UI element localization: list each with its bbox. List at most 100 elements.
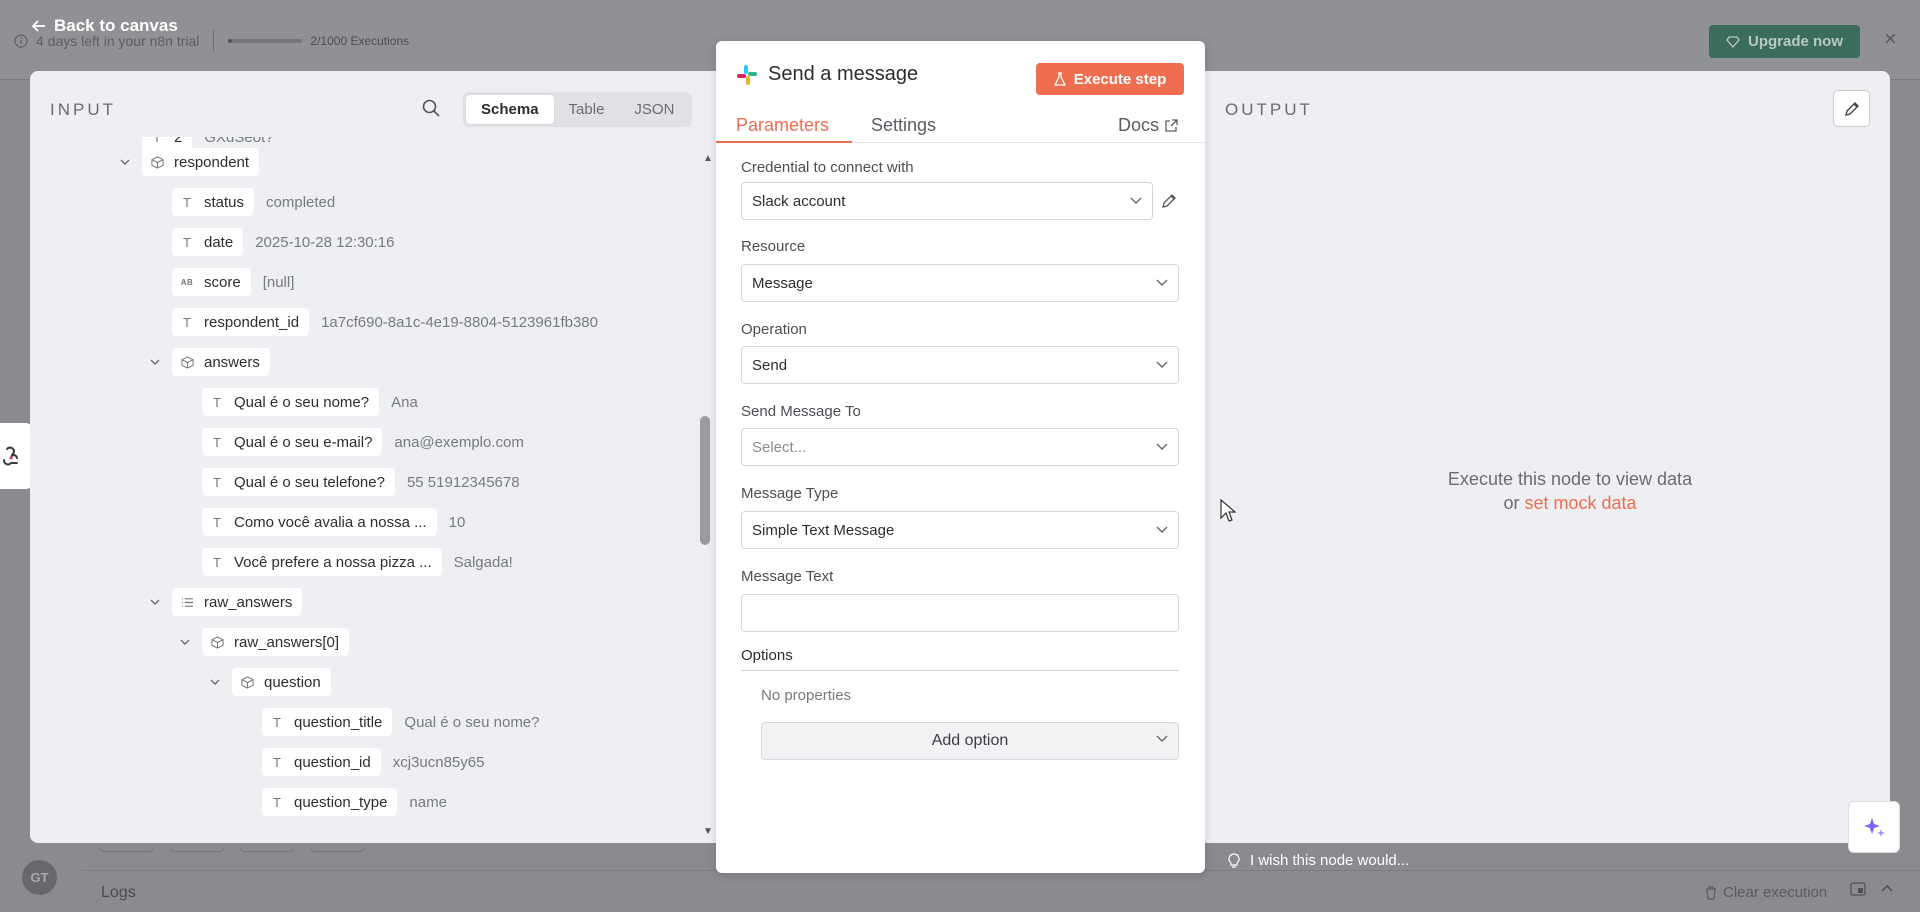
arrow-left-icon [32, 19, 46, 33]
info-icon [14, 34, 28, 48]
schema-key[interactable]: Trespondent_id [172, 308, 310, 336]
schema-key[interactable]: raw_answers[0] [202, 628, 350, 656]
credential-label: Credential to connect with [741, 159, 914, 176]
tree-row: T Como você avalia a nossa ... 10 [202, 508, 465, 536]
send-to-select[interactable]: Select... [741, 428, 1179, 466]
schema-key-label: respondent [174, 153, 250, 171]
node-title[interactable]: Send a message [768, 63, 918, 86]
mouse-cursor-icon [1220, 499, 1236, 523]
docs-link[interactable]: Docs [1118, 115, 1178, 136]
close-icon[interactable]: × [1884, 28, 1897, 50]
message-type-value: Simple Text Message [752, 521, 895, 539]
upgrade-button[interactable]: Upgrade now [1709, 25, 1860, 58]
tree-row: Tdate 2025-10-28 12:30:16 [172, 228, 395, 256]
logs-bar [82, 870, 1920, 912]
text-type-icon: T [183, 194, 191, 210]
cube-icon [210, 635, 224, 649]
webhook-icon [1, 445, 21, 467]
feedback-prompt[interactable]: I wish this node would... [1228, 852, 1409, 869]
tab-schema[interactable]: Schema [466, 95, 554, 124]
clear-execution-button[interactable]: Clear execution [1705, 884, 1827, 901]
output-panel-label: OUTPUT [1225, 100, 1313, 119]
node-parameters-dialog: Send a message Execute step Parameters S… [716, 41, 1205, 873]
schema-key[interactable]: Tdate [172, 228, 244, 256]
text-type-icon: T [183, 234, 191, 250]
divider [213, 30, 215, 52]
executions-count: 2/1000 Executions [310, 34, 410, 48]
tree-row: Tstatus completed [172, 188, 335, 216]
list-icon [180, 597, 194, 608]
schema-key[interactable]: T Como você avalia a nossa ... [202, 508, 437, 536]
resource-select[interactable]: Message [741, 264, 1179, 302]
schema-key[interactable]: Tquestion_title [262, 708, 393, 736]
trigger-node-handle[interactable] [0, 423, 32, 489]
scrollbar-thumb[interactable] [700, 416, 710, 545]
cube-icon [240, 675, 254, 689]
schema-key[interactable]: AB score [172, 268, 251, 296]
schema-value: Ana [391, 393, 418, 411]
edit-credential-icon[interactable] [1161, 193, 1177, 209]
docs-label: Docs [1118, 115, 1160, 135]
ai-assistant-button[interactable] [1848, 801, 1900, 853]
clear-execution-label: Clear execution [1723, 884, 1828, 901]
chevron-down-icon[interactable] [118, 159, 132, 166]
pop-out-icon[interactable] [1850, 882, 1866, 896]
chevron-down-icon[interactable] [148, 359, 162, 366]
tab-json[interactable]: JSON [619, 95, 689, 124]
schema-key[interactable]: question [232, 668, 331, 696]
message-text-input[interactable] [741, 594, 1179, 632]
execute-step-button[interactable]: Execute step [1036, 63, 1184, 95]
tree-row: Tquestion_id xcj3ucn85y65 [262, 748, 484, 776]
tree-row: respondent [118, 148, 260, 176]
background-canvas-buttons [100, 848, 364, 852]
edit-output-button[interactable] [1833, 90, 1870, 127]
upgrade-label: Upgrade now [1747, 33, 1843, 50]
scroll-up-arrow[interactable]: ▲ [703, 153, 713, 164]
search-icon[interactable] [422, 99, 440, 117]
operation-select[interactable]: Send [741, 346, 1179, 384]
schema-key-label: score [204, 273, 241, 291]
chevron-down-icon[interactable] [208, 679, 222, 686]
schema-key-label: Como você avalia a nossa ... [234, 513, 427, 531]
chevron-down-icon[interactable] [148, 599, 162, 606]
output-empty-state: Execute this node to view data or set mo… [1420, 467, 1720, 515]
schema-key[interactable]: Tstatus [172, 188, 255, 216]
set-mock-data-link[interactable]: set mock data [1524, 493, 1636, 513]
chevron-up-icon[interactable] [1880, 882, 1894, 896]
cube-icon [150, 155, 164, 169]
schema-key-label: status [204, 193, 245, 211]
credential-value: Slack account [752, 192, 846, 210]
tree-row: AB score [null] [172, 268, 294, 296]
execute-step-label: Execute step [1073, 70, 1167, 88]
schema-key[interactable]: Tquestion_id [262, 748, 381, 776]
tree-row: raw_answers[0] [178, 628, 350, 656]
schema-key[interactable]: raw_answers [172, 588, 303, 616]
logs-label[interactable]: Logs [101, 884, 136, 902]
schema-key[interactable]: Tquestion_type [262, 788, 398, 816]
tab-table[interactable]: Table [554, 95, 620, 124]
tab-settings[interactable]: Settings [871, 115, 936, 136]
schema-key[interactable]: T Você prefere a nossa pizza ... [202, 548, 442, 576]
schema-key-label: respondent_id [204, 313, 300, 331]
schema-key[interactable]: answers [172, 348, 270, 376]
node-header: Send a message [736, 63, 918, 86]
schema-value: xcj3ucn85y65 [392, 753, 485, 771]
scroll-down-arrow[interactable]: ▼ [703, 826, 713, 837]
back-to-canvas-link[interactable]: Back to canvas [32, 16, 178, 36]
schema-key[interactable]: T Qual é o seu telefone? [202, 468, 395, 496]
schema-key[interactable]: respondent [142, 148, 260, 176]
input-panel-label: INPUT [50, 100, 116, 119]
null-type-icon: AB [180, 277, 194, 287]
no-properties-text: No properties [761, 687, 852, 704]
schema-key[interactable]: T Qual é o seu e-mail? [202, 428, 383, 456]
credential-select[interactable]: Slack account [741, 182, 1153, 220]
add-option-button[interactable]: Add option [761, 722, 1179, 760]
message-type-select[interactable]: Simple Text Message [741, 511, 1179, 549]
schema-key-label: date [204, 233, 234, 251]
tab-parameters[interactable]: Parameters [736, 115, 829, 136]
schema-key[interactable]: T Qual é o seu nome? [202, 388, 380, 416]
chevron-down-icon[interactable] [178, 639, 192, 646]
avatar[interactable]: GT [22, 860, 57, 895]
text-type-icon: T [213, 434, 221, 450]
tree-row: T Qual é o seu e-mail? ana@exemplo.com [202, 428, 524, 456]
